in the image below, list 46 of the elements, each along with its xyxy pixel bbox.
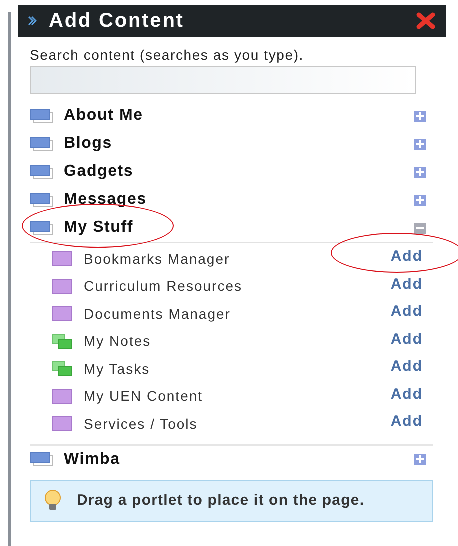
add-link[interactable]: Add [390,330,423,348]
close-icon[interactable] [416,12,436,30]
search-label: Search content (searches as you type). [30,47,305,63]
expand-icon[interactable] [414,110,426,122]
add-link[interactable]: Add [390,358,423,376]
add-link[interactable]: Add [390,413,423,430]
category-label[interactable]: About Me [64,107,404,125]
panel-title: Add Content [49,10,186,32]
window-icon [30,164,54,180]
category-label[interactable]: Blogs [64,135,404,153]
tip-text: Drag a portlet to place it on the page. [77,490,365,510]
category-label[interactable]: Messages [64,191,404,209]
portlet-label: Services / Tools [84,416,199,432]
chevron-icon [28,16,37,26]
square-icon [52,416,72,432]
add-link[interactable]: Add [390,386,423,403]
square-icon [52,306,72,322]
stacked-squares-icon [52,361,72,376]
window-icon [30,220,54,236]
search-field[interactable] [30,66,416,94]
portlet-label: Bookmarks Manager [84,250,232,267]
expand-icon[interactable] [414,166,426,178]
window-icon [30,136,54,152]
expand-icon[interactable] [414,194,426,206]
window-icon [30,192,54,208]
portlet-label: Documents Manager [84,306,232,322]
lightbulb-icon [43,490,63,512]
portlet-label: My Tasks [84,360,152,377]
window-icon [30,452,54,467]
collapse-icon[interactable] [414,222,426,234]
add-link[interactable]: Add [390,276,423,293]
category-label[interactable]: My Stuff [64,219,404,237]
expand-icon[interactable] [414,454,426,465]
square-icon [52,251,72,266]
square-icon [52,278,72,294]
add-link[interactable]: Add [390,248,423,266]
square-icon [52,388,72,404]
portlet-label: My Notes [84,333,152,350]
category-label[interactable]: Wimba [64,450,404,468]
portlet-label: My UEN Content [84,388,204,404]
category-label[interactable]: Gadgets [64,163,404,181]
window-icon [30,108,54,124]
add-link[interactable]: Add [390,303,423,320]
expand-icon[interactable] [414,138,426,150]
portlet-label: Curriculum Resources [84,278,244,294]
stacked-squares-icon [52,334,72,349]
